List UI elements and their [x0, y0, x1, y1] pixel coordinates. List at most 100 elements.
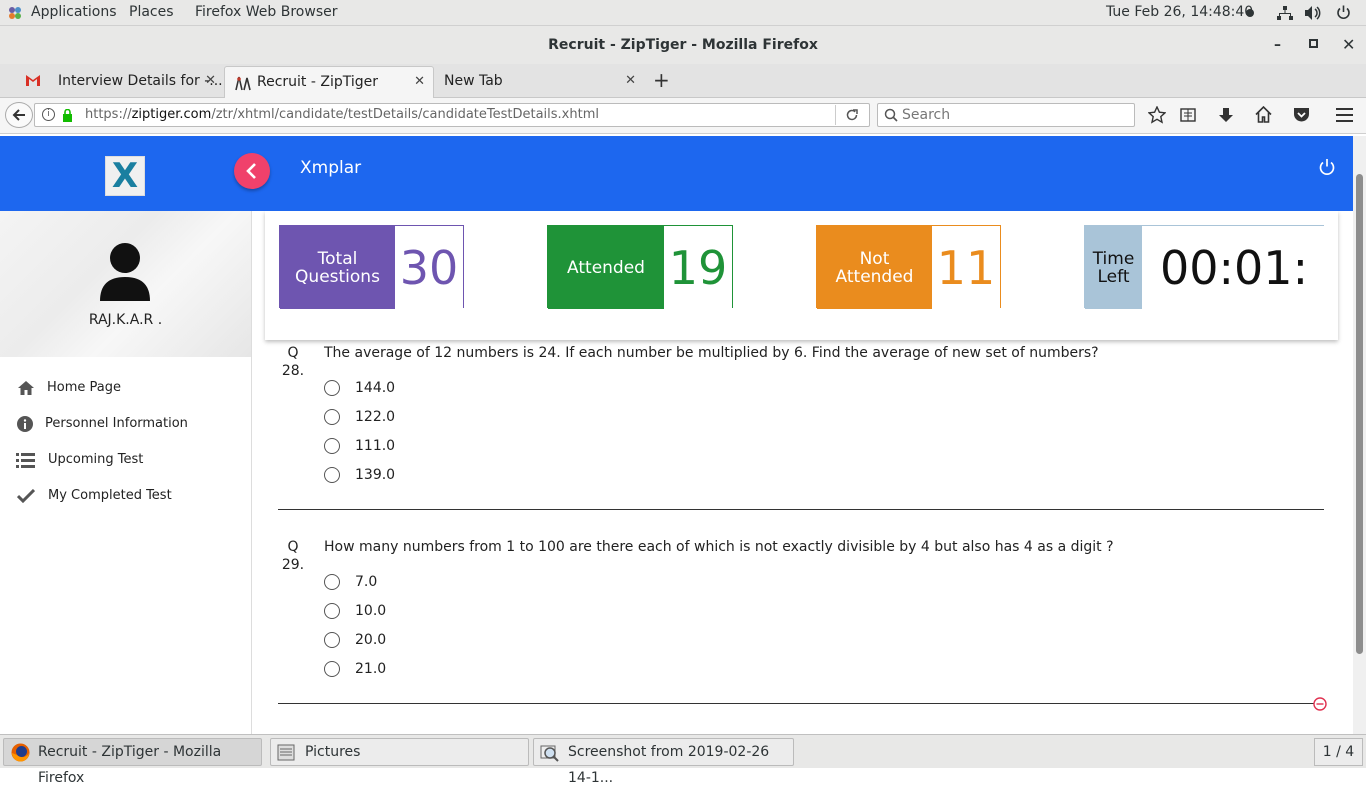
- volume-icon[interactable]: [1305, 6, 1322, 20]
- pocket-icon[interactable]: [1293, 107, 1310, 123]
- radio-button[interactable]: [324, 409, 340, 425]
- question-28: Q 28. The average of 12 numbers is 24. If…: [278, 344, 1326, 494]
- close-tab-icon[interactable]: ✕: [625, 66, 636, 96]
- profile-card: RAJ.K.A.R .: [0, 211, 251, 357]
- scroll-indicator-icon[interactable]: [1313, 697, 1327, 711]
- tab-label: Recruit - ZipTiger: [257, 74, 379, 90]
- search-input[interactable]: Search: [877, 103, 1135, 127]
- image-viewer-icon: [540, 743, 559, 762]
- user-avatar-icon: [98, 241, 152, 301]
- question-number: Q 28.: [281, 345, 305, 379]
- question-text: How many numbers from 1 to 100 are there…: [324, 539, 1114, 555]
- taskbar-item-pictures[interactable]: Pictures: [270, 738, 529, 766]
- check-icon: [17, 489, 35, 503]
- scrollbar-thumb[interactable]: [1356, 174, 1363, 654]
- url-text: https://ziptiger.com/ztr/xhtml/candidate…: [85, 107, 599, 122]
- navigation-toolbar: i https://ziptiger.com/ztr/xhtml/candida…: [0, 98, 1366, 134]
- back-button[interactable]: [5, 102, 33, 128]
- tab-label: Interview Details for -...: [58, 73, 223, 89]
- stat-value: 19: [664, 226, 732, 309]
- sidebar: RAJ.K.A.R . Home Page Personnel Informat…: [0, 211, 252, 734]
- browser-app-menu[interactable]: Firefox Web Browser: [195, 4, 338, 20]
- question-29: Q 29. How many numbers from 1 to 100 are …: [278, 538, 1326, 688]
- gmail-icon: [25, 74, 41, 87]
- not-attended-stat: Not Attended 11: [816, 225, 1001, 309]
- taskbar-item-screenshot[interactable]: Screenshot from 2019-02-26 14-1...: [533, 738, 794, 786]
- stats-panel: Total Questions 30 Attended 19 Not Attende…: [265, 211, 1338, 340]
- applications-menu[interactable]: Applications: [31, 4, 117, 20]
- search-placeholder: Search: [902, 107, 951, 123]
- home-button-icon[interactable]: [1255, 106, 1272, 123]
- option-label: 122.0: [355, 409, 396, 425]
- logout-power-icon[interactable]: [1318, 158, 1336, 176]
- radio-button[interactable]: [324, 632, 340, 648]
- option-label: 144.0: [355, 380, 396, 396]
- tab-gmail[interactable]: Interview Details for -... ✕: [12, 66, 224, 98]
- info-icon[interactable]: i: [42, 108, 55, 121]
- tab-label: New Tab: [444, 73, 503, 89]
- url-bar[interactable]: i https://ziptiger.com/ztr/xhtml/candida…: [34, 103, 870, 127]
- sidebar-item-completed[interactable]: My Completed Test: [0, 481, 251, 511]
- option-label: 7.0: [355, 574, 378, 590]
- sidebar-item-home[interactable]: Home Page: [0, 373, 251, 403]
- option-label: 20.0: [355, 632, 387, 648]
- new-tab-button[interactable]: +: [653, 68, 670, 92]
- question-text: The average of 12 numbers is 24. If each…: [324, 345, 1099, 361]
- collapse-sidebar-button[interactable]: [234, 153, 270, 189]
- lock-icon[interactable]: [62, 109, 73, 122]
- option-label: 21.0: [355, 661, 387, 677]
- download-icon[interactable]: [1218, 107, 1234, 123]
- option-label: 111.0: [355, 438, 396, 454]
- power-icon[interactable]: [1336, 5, 1351, 20]
- radio-button[interactable]: [324, 467, 340, 483]
- maximize-button[interactable]: [1309, 39, 1318, 48]
- question-divider: [278, 703, 1324, 704]
- xmplar-logo[interactable]: X: [105, 156, 145, 196]
- total-questions-stat: Total Questions 30: [279, 225, 464, 309]
- workspace-switcher[interactable]: 1 / 4: [1314, 738, 1363, 766]
- tab-bar: Interview Details for -... ✕ Recruit - Z…: [0, 64, 1366, 98]
- stat-label: Total Questions: [280, 226, 395, 309]
- applications-icon: [8, 6, 22, 20]
- window-title: Recruit - ZipTiger - Mozilla Firefox: [548, 37, 818, 53]
- sidebar-item-label: Upcoming Test: [48, 452, 144, 467]
- radio-button[interactable]: [324, 661, 340, 677]
- radio-button[interactable]: [324, 438, 340, 454]
- firefox-icon: [11, 743, 30, 762]
- time-left-stat: Time Left 00:01:: [1084, 225, 1325, 309]
- reader-list-icon[interactable]: [1180, 107, 1196, 123]
- radio-button[interactable]: [324, 603, 340, 619]
- sidebar-item-label: Personnel Information: [45, 416, 188, 431]
- taskbar-item-label: Recruit - ZipTiger - Mozilla Firefox: [38, 744, 222, 786]
- bookmark-star-icon[interactable]: [1148, 106, 1166, 124]
- sidebar-item-label: Home Page: [47, 380, 121, 395]
- close-tab-icon[interactable]: ✕: [205, 66, 216, 96]
- taskbar: Recruit - ZipTiger - Mozilla Firefox Pic…: [0, 734, 1366, 786]
- close-window-button[interactable]: ✕: [1342, 26, 1355, 64]
- sidebar-item-label: My Completed Test: [48, 488, 172, 503]
- home-icon: [17, 380, 35, 396]
- tab-new-tab[interactable]: New Tab ✕: [434, 66, 644, 98]
- tab-recruit[interactable]: Recruit - ZipTiger ✕: [224, 66, 434, 98]
- window-title-bar[interactable]: Recruit - ZipTiger - Mozilla Firefox – ✕: [0, 26, 1366, 64]
- list-icon: [16, 453, 35, 468]
- question-number: Q 29.: [281, 539, 305, 573]
- taskbar-item-firefox[interactable]: Recruit - ZipTiger - Mozilla Firefox: [3, 738, 262, 786]
- page-scrollbar[interactable]: [1353, 136, 1366, 734]
- sidebar-item-personnel[interactable]: Personnel Information: [0, 409, 251, 439]
- reload-icon[interactable]: [845, 108, 859, 122]
- option-label: 139.0: [355, 467, 396, 483]
- radio-button[interactable]: [324, 574, 340, 590]
- close-tab-icon[interactable]: ✕: [414, 67, 425, 97]
- minimize-button[interactable]: –: [1274, 26, 1281, 64]
- radio-button[interactable]: [324, 380, 340, 396]
- places-menu[interactable]: Places: [129, 4, 174, 20]
- info-circle-icon: [17, 416, 33, 432]
- clock[interactable]: Tue Feb 26, 14:48:40: [1106, 4, 1253, 20]
- system-top-bar: Applications Places Firefox Web Browser …: [0, 0, 1366, 26]
- chevron-left-icon: [246, 163, 256, 179]
- hamburger-menu-icon[interactable]: [1336, 108, 1353, 122]
- sidebar-item-upcoming[interactable]: Upcoming Test: [0, 445, 251, 475]
- search-icon: [884, 108, 898, 122]
- network-icon[interactable]: [1277, 6, 1293, 21]
